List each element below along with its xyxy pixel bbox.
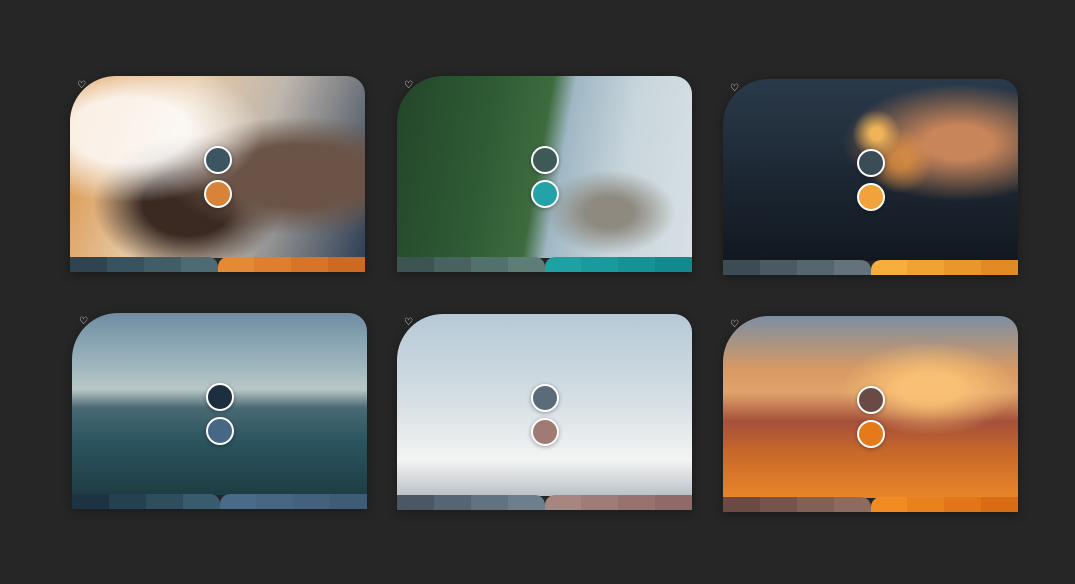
swatch-secondary[interactable] [856,420,885,448]
palette-bar [723,260,1018,275]
palette-swatch[interactable] [397,257,434,272]
card-friends[interactable] [70,76,365,272]
palette-bar [72,494,367,509]
swatch-secondary[interactable] [203,180,232,208]
palette-swatch[interactable] [507,495,545,510]
palette-swatch[interactable] [581,495,619,510]
heart-outline-icon[interactable]: ♡ [404,81,414,91]
palette-swatch[interactable] [433,257,471,272]
palette-swatch[interactable] [981,497,1018,512]
palette-swatch[interactable] [870,497,908,512]
palette-bar [397,257,692,272]
palette-swatch[interactable] [507,257,545,272]
palette-group-warm [217,257,365,272]
palette-swatch[interactable] [70,257,107,272]
palette-swatch[interactable] [655,495,692,510]
palette-group-cool [723,497,871,512]
palette-bar [70,257,365,272]
card-sunset[interactable] [723,316,1018,512]
palette-swatch[interactable] [796,497,834,512]
palette-swatch[interactable] [182,494,220,509]
palette-swatch[interactable] [328,257,365,272]
palette-swatch[interactable] [759,497,797,512]
palette-group-warm [544,257,692,272]
palette-swatch[interactable] [397,495,434,510]
palette-group-cool [72,494,220,509]
palette-swatch[interactable] [723,260,760,275]
card-lake[interactable] [72,313,367,509]
palette-swatch[interactable] [143,257,181,272]
swatch-primary[interactable] [530,146,559,174]
palette-swatch[interactable] [544,495,582,510]
card-sparkler[interactable] [723,79,1018,275]
palette-swatch[interactable] [470,257,508,272]
palette-swatch[interactable] [944,260,982,275]
palette-swatch[interactable] [833,260,871,275]
swatch-primary[interactable] [530,384,559,412]
card-clouds[interactable] [397,314,692,510]
palette-swatch[interactable] [256,494,294,509]
palette-group-cool [70,257,218,272]
palette-swatch[interactable] [330,494,367,509]
palette-swatch[interactable] [618,495,656,510]
swatch-primary[interactable] [205,383,234,411]
swatch-secondary[interactable] [530,180,559,208]
palette-swatch[interactable] [433,495,471,510]
palette-group-warm [870,497,1018,512]
palette-swatch[interactable] [907,260,945,275]
palette-group-cool [397,257,545,272]
palette-group-cool [397,495,545,510]
palette-swatch[interactable] [108,494,146,509]
swatch-primary[interactable] [856,149,885,177]
palette-swatch[interactable] [72,494,109,509]
swatch-secondary[interactable] [530,418,559,446]
palette-group-warm [219,494,367,509]
swatch-primary[interactable] [856,386,885,414]
palette-group-warm [870,260,1018,275]
palette-swatch[interactable] [291,257,329,272]
swatch-secondary[interactable] [205,417,234,445]
palette-swatch[interactable] [796,260,834,275]
heart-outline-icon[interactable]: ♡ [77,81,87,91]
card-coast[interactable] [397,76,692,272]
palette-swatch[interactable] [217,257,255,272]
swatch-secondary[interactable] [856,183,885,211]
palette-swatch[interactable] [581,257,619,272]
palette-swatch[interactable] [870,260,908,275]
swatch-primary[interactable] [203,146,232,174]
palette-swatch[interactable] [944,497,982,512]
palette-swatch[interactable] [470,495,508,510]
palette-swatch[interactable] [759,260,797,275]
palette-swatch[interactable] [254,257,292,272]
palette-swatch[interactable] [981,260,1018,275]
palette-swatch[interactable] [723,497,760,512]
heart-outline-icon[interactable]: ♡ [79,317,89,327]
palette-swatch[interactable] [293,494,331,509]
palette-swatch[interactable] [106,257,144,272]
palette-group-cool [723,260,871,275]
palette-swatch[interactable] [618,257,656,272]
palette-swatch[interactable] [145,494,183,509]
palette-group-warm [544,495,692,510]
palette-swatch[interactable] [544,257,582,272]
palette-swatch[interactable] [907,497,945,512]
palette-swatch[interactable] [655,257,692,272]
heart-outline-icon[interactable]: ♡ [730,84,740,94]
palette-swatch[interactable] [219,494,257,509]
palette-bar [723,497,1018,512]
palette-swatch[interactable] [833,497,871,512]
heart-outline-icon[interactable]: ♡ [404,318,414,328]
palette-gallery: ♡ ♡ ♡ ♡ ♡ ♡ [0,0,1075,584]
palette-bar [397,495,692,510]
palette-swatch[interactable] [180,257,218,272]
heart-outline-icon[interactable]: ♡ [730,320,740,330]
